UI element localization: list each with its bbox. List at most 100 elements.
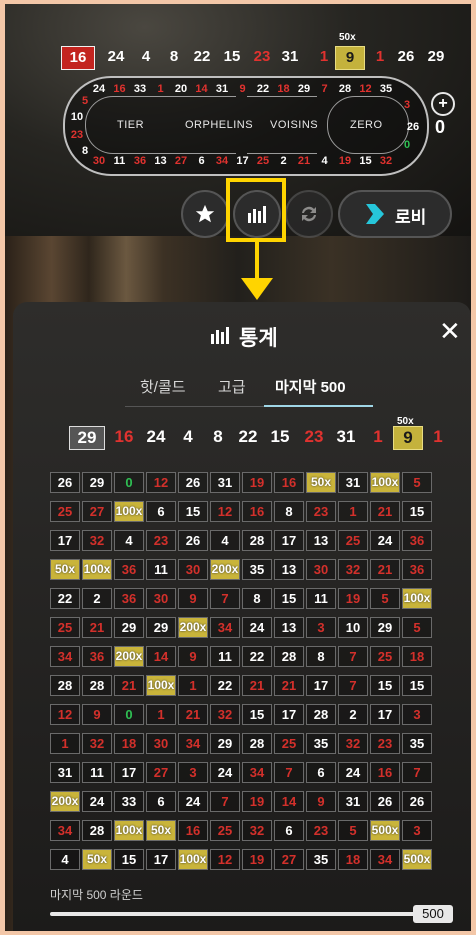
racetrack-number[interactable]: 33 (130, 80, 150, 98)
grid-result-cell: 22 (210, 675, 240, 696)
panel-result-number: 31 (336, 427, 356, 446)
racetrack-number[interactable]: 15 (356, 152, 376, 170)
voisins-label: VOISINS (270, 119, 319, 131)
grid-result-cell: 6 (146, 501, 176, 522)
racetrack-number[interactable]: 31 (212, 80, 232, 98)
favorite-bets-button[interactable] (181, 190, 229, 238)
racetrack-number[interactable]: 19 (335, 152, 355, 170)
racetrack-number[interactable]: 22 (253, 80, 273, 98)
racetrack-number[interactable]: 25 (253, 152, 273, 170)
racetrack-number[interactable]: 7 (315, 80, 335, 98)
tab-advanced[interactable]: 고급 (218, 376, 246, 397)
racetrack-number[interactable]: 16 (110, 80, 130, 98)
result-number: 16 (61, 46, 95, 70)
grid-result-cell: 7 (338, 675, 368, 696)
grid-result-cell: 17 (306, 675, 336, 696)
grid-result-cell: 36 (402, 530, 432, 551)
grid-result-cell: 34 (50, 646, 80, 667)
close-icon[interactable]: ✕ (439, 316, 461, 346)
result-number: 8 (169, 48, 179, 65)
racetrack-number[interactable]: 11 (110, 152, 130, 170)
result-number: 26 (397, 48, 415, 65)
racetrack-number[interactable]: 4 (315, 152, 335, 170)
racetrack-number[interactable]: 8 (75, 142, 95, 160)
grid-result-cell: 28 (82, 675, 112, 696)
result-number: 15 (223, 48, 241, 65)
grid-result-cell: 17 (114, 762, 144, 783)
grid-result-cell: 27 (146, 762, 176, 783)
racetrack-number[interactable]: 32 (376, 152, 396, 170)
panel-result-number: 22 (238, 427, 258, 446)
highlight-arrow-line (255, 242, 259, 280)
grid-result-cell: 34 (242, 762, 272, 783)
racetrack-number[interactable]: 36 (130, 152, 150, 170)
racetrack-number[interactable]: 27 (171, 152, 191, 170)
racetrack-number[interactable]: 0 (397, 136, 417, 154)
grid-result-cell: 27 (274, 849, 304, 870)
grid-result-cell: 24 (210, 762, 240, 783)
grid-result-cell: 500x (370, 820, 400, 841)
rounds-slider[interactable] (50, 912, 418, 916)
grid-result-cell: 7 (274, 762, 304, 783)
racetrack-number[interactable]: 28 (335, 80, 355, 98)
grid-result-cell: 100x (114, 820, 144, 841)
grid-result-cell: 28 (274, 646, 304, 667)
grid-result-cell: 1 (178, 675, 208, 696)
racetrack-number[interactable]: 26 (403, 118, 423, 136)
racetrack-number[interactable]: 1 (151, 80, 171, 98)
racetrack-number[interactable]: 14 (192, 80, 212, 98)
panel-title: 통계 (239, 327, 278, 350)
grid-result-cell: 4 (210, 530, 240, 551)
panel-result-number: 15 (270, 427, 290, 446)
grid-result-cell: 13 (274, 617, 304, 638)
racetrack-number[interactable]: 6 (192, 152, 212, 170)
rounds-slider-value[interactable]: 500 (413, 905, 453, 923)
add-racetrack-button[interactable]: + (431, 92, 455, 116)
racetrack-number[interactable]: 34 (212, 152, 232, 170)
grid-result-cell: 28 (306, 704, 336, 725)
racetrack-number[interactable]: 35 (376, 80, 396, 98)
racetrack-number[interactable]: 10 (67, 108, 87, 126)
grid-result-cell: 9 (178, 588, 208, 609)
grid-result-cell: 23 (146, 530, 176, 551)
racetrack-number[interactable]: 17 (233, 152, 253, 170)
tab-hot-cold[interactable]: 핫/콜드 (140, 376, 186, 397)
repeat-bet-button[interactable] (285, 190, 333, 238)
grid-result-cell: 23 (306, 820, 336, 841)
tier-label: TIER (117, 119, 145, 131)
grid-result-cell: 8 (274, 501, 304, 522)
grid-result-cell: 27 (82, 501, 112, 522)
grid-result-cell: 50x (146, 820, 176, 841)
grid-result-cell: 2 (82, 588, 112, 609)
lobby-label: 로비 (395, 208, 427, 227)
grid-result-cell: 21 (242, 675, 272, 696)
grid-result-cell: 11 (146, 559, 176, 580)
racetrack-number[interactable]: 21 (294, 152, 314, 170)
grid-result-cell: 50x (306, 472, 336, 493)
racetrack-number[interactable]: 12 (356, 80, 376, 98)
grid-result-cell: 12 (50, 704, 80, 725)
racetrack-number[interactable]: 9 (233, 80, 253, 98)
racetrack-bet-area[interactable]: TIER ORPHELINS VOISINS ZERO 24 16 33 1 20 14 3… (63, 76, 429, 176)
grid-result-cell: 36 (402, 559, 432, 580)
grid-result-cell: 3 (178, 762, 208, 783)
grid-result-cell: 32 (338, 733, 368, 754)
racetrack-number[interactable]: 18 (274, 80, 294, 98)
racetrack-number[interactable]: 29 (294, 80, 314, 98)
tab-last-500[interactable]: 마지막 500 (275, 376, 346, 397)
racetrack-number[interactable]: 13 (151, 152, 171, 170)
result-number: 23 (253, 48, 271, 65)
grid-result-cell: 15 (114, 849, 144, 870)
racetrack-number[interactable]: 20 (171, 80, 191, 98)
grid-result-cell: 5 (402, 472, 432, 493)
grid-result-cell: 6 (146, 791, 176, 812)
grid-result-cell: 36 (114, 588, 144, 609)
grid-result-cell: 19 (242, 791, 272, 812)
racetrack-number[interactable]: 2 (274, 152, 294, 170)
lobby-button[interactable]: 로비 (338, 190, 452, 238)
grid-result-cell: 15 (370, 675, 400, 696)
recent-results-strip: 16 24 4 8 22 15 23 31 1 9 1 26 29 (5, 42, 471, 72)
grid-result-cell: 18 (338, 849, 368, 870)
racetrack-number[interactable]: 3 (397, 96, 417, 114)
grid-result-cell: 36 (114, 559, 144, 580)
